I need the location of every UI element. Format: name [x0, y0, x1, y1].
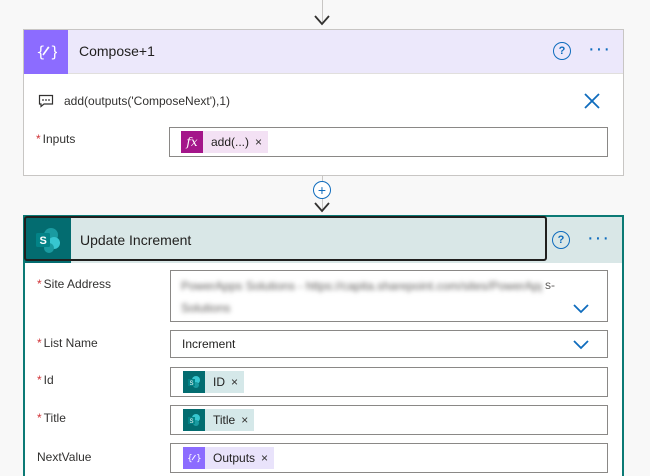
insert-step-button[interactable]: +	[313, 181, 331, 199]
id-label: * Id	[37, 373, 54, 387]
site-address-value-line2: Solutions	[181, 301, 231, 315]
update-card-header[interactable]: S Update Increment ? ···	[25, 217, 622, 263]
site-address-field[interactable]: PowerApps Solutions - https://capita.sha…	[170, 270, 608, 322]
svg-text:S: S	[190, 381, 194, 387]
close-comment-icon[interactable]	[583, 92, 601, 110]
svg-text:{: {	[36, 43, 46, 61]
inputs-expression-token[interactable]: fx add(...) ×	[181, 131, 269, 153]
remove-token-button[interactable]: ×	[261, 451, 268, 465]
id-dynamic-token[interactable]: S ID ×	[183, 371, 245, 393]
remove-token-button[interactable]: ×	[255, 135, 262, 149]
svg-text:{: {	[187, 454, 193, 464]
site-address-label: * Site Address	[37, 277, 112, 291]
svg-text:S: S	[40, 235, 47, 247]
compose-card-title: Compose+1	[79, 43, 155, 59]
update-item-action-card[interactable]: S Update Increment ? ··· * Site Address P…	[23, 215, 624, 476]
update-card-title: Update Increment	[80, 232, 192, 248]
comment-text: add(outputs('ComposeNext'),1)	[64, 94, 230, 108]
compose-more-button[interactable]: ···	[588, 39, 611, 59]
id-field[interactable]: S ID ×	[170, 367, 608, 397]
inputs-field[interactable]: fx add(...) ×	[169, 127, 608, 157]
remove-token-button[interactable]: ×	[241, 413, 248, 427]
flow-canvas: { } Compose+1 ? ··· add(outputs('Compose…	[0, 0, 650, 476]
compose-card-header[interactable]: { } Compose+1 ? ···	[24, 30, 623, 74]
compose-icon: { }	[24, 30, 68, 74]
list-name-label: * List Name	[37, 336, 98, 350]
arrow-down-icon	[314, 202, 330, 213]
comment-icon	[38, 94, 54, 108]
remove-token-button[interactable]: ×	[231, 375, 238, 389]
svg-text:}: }	[50, 43, 57, 61]
list-name-field[interactable]: Increment	[170, 330, 608, 358]
comment-row: add(outputs('ComposeNext'),1)	[38, 92, 230, 110]
sharepoint-icon: S	[183, 371, 205, 393]
compose-action-card[interactable]: { } Compose+1 ? ··· add(outputs('Compose…	[23, 29, 624, 176]
inputs-label: * Inputs	[36, 132, 76, 146]
arrow-down-icon	[314, 15, 330, 26]
next-value-label: NextValue	[37, 450, 92, 464]
svg-text:S: S	[190, 419, 194, 425]
site-address-value-tail: s-	[545, 278, 555, 292]
list-name-value: Increment	[182, 337, 236, 351]
sharepoint-icon: S	[183, 409, 205, 431]
chevron-down-icon[interactable]	[573, 304, 589, 314]
title-label: * Title	[37, 411, 66, 425]
compose-help-button[interactable]: ?	[553, 42, 571, 60]
site-address-value-line1: PowerApps Solutions - https://capita.sha…	[181, 279, 541, 293]
update-help-button[interactable]: ?	[552, 231, 570, 249]
svg-text:}: }	[196, 454, 201, 464]
update-more-button[interactable]: ···	[587, 228, 610, 248]
next-value-field[interactable]: {} Outputs ×	[170, 443, 608, 473]
next-value-dynamic-token[interactable]: {} Outputs ×	[183, 447, 275, 469]
title-dynamic-token[interactable]: S Title ×	[183, 409, 255, 431]
fx-icon: fx	[181, 131, 203, 153]
compose-icon: {}	[183, 447, 205, 469]
title-field[interactable]: S Title ×	[170, 405, 608, 435]
chevron-down-icon[interactable]	[573, 340, 589, 350]
required-mark: *	[36, 132, 41, 146]
sharepoint-icon: S	[25, 217, 71, 263]
